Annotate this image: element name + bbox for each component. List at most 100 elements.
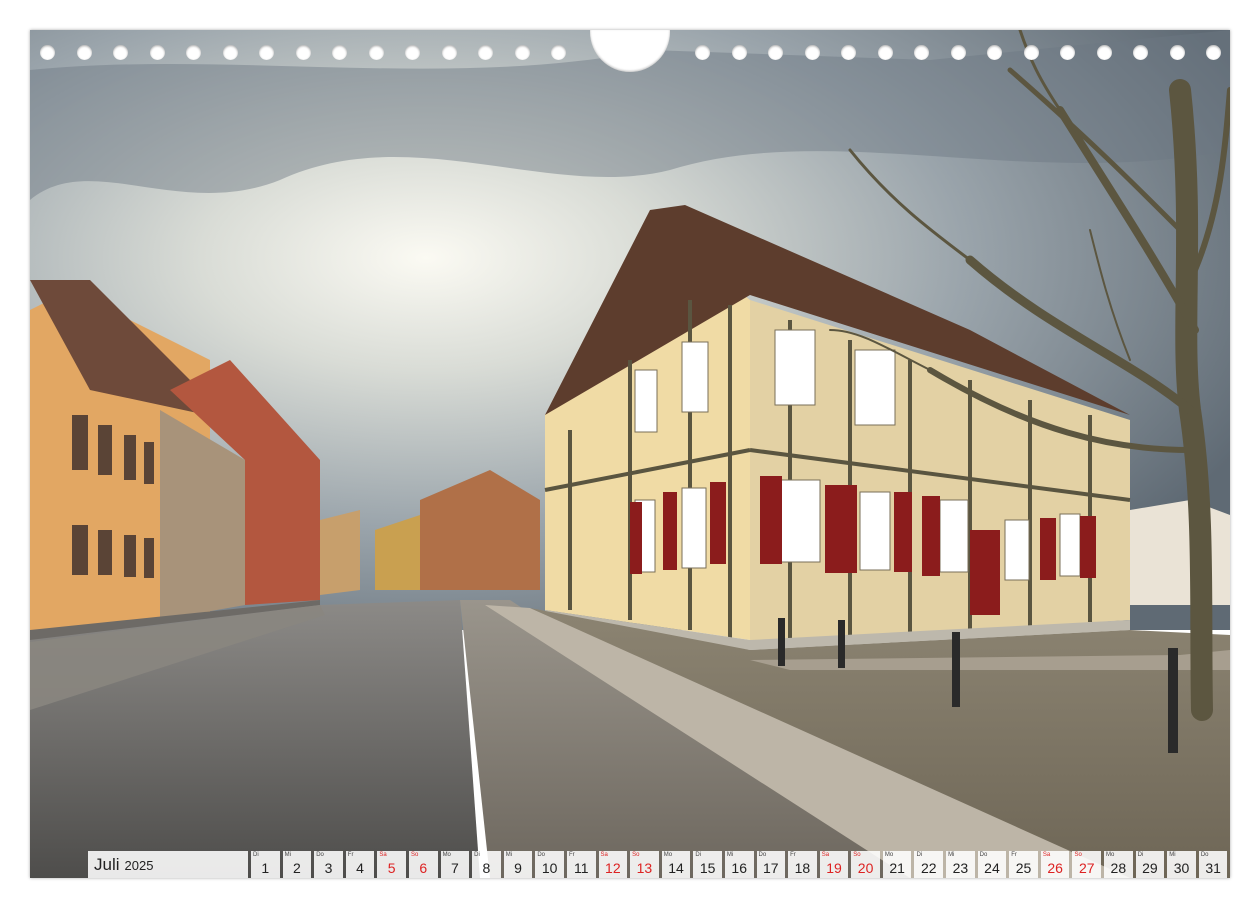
day-number: 8 xyxy=(482,860,491,876)
weekday-label: Mi xyxy=(284,852,291,858)
day-cell: Fr 11 xyxy=(566,851,596,878)
day-cell: Fr 18 xyxy=(788,851,817,878)
day-cell: Sa 19 xyxy=(819,851,849,878)
day-cell: Sa 12 xyxy=(598,851,628,878)
weekday-label: Mo xyxy=(1106,852,1115,858)
day-cell: So 13 xyxy=(630,851,659,878)
town-street-photo xyxy=(30,30,1230,878)
day-cell: Mo 14 xyxy=(661,851,691,878)
day-number: 31 xyxy=(1205,860,1221,876)
weekday-label: Mi xyxy=(948,852,955,858)
day-cell: Di 15 xyxy=(693,851,722,878)
day-number: 22 xyxy=(920,860,937,876)
calendar-page: Juli 2025 Di 1 Mi 2 Do 3 Fr 4 Sa 5 So 6 Mo 7 Di 8 Mi 9 Do 1… xyxy=(30,30,1230,878)
weekday-label: Sa xyxy=(600,852,608,858)
day-number: 13 xyxy=(636,860,653,876)
weekday-label: Sa xyxy=(1042,852,1051,858)
day-cell: Fr 25 xyxy=(1009,851,1038,878)
day-cell: Sa 26 xyxy=(1040,851,1070,878)
day-number: 24 xyxy=(984,860,1000,876)
day-number: 2 xyxy=(292,860,301,876)
day-cell: Do 24 xyxy=(977,851,1007,878)
weekday-label: Fr xyxy=(568,852,575,858)
day-number: 23 xyxy=(952,860,969,876)
weekday-label: Do xyxy=(758,852,767,858)
day-cell: So 27 xyxy=(1072,851,1102,878)
weekday-label: Fr xyxy=(790,852,796,858)
weekday-label: Fr xyxy=(1011,852,1017,858)
day-number: 14 xyxy=(668,860,684,876)
day-number: 20 xyxy=(857,860,874,876)
day-number: 19 xyxy=(826,860,842,876)
day-cell: Mi 2 xyxy=(282,851,312,878)
weekday-label: Sa xyxy=(379,852,387,858)
day-cell: Di 29 xyxy=(1135,851,1165,878)
calendar-strip: Juli 2025 Di 1 Mi 2 Do 3 Fr 4 Sa 5 So 6 Mo 7 Di 8 Mi 9 Do 1… xyxy=(88,851,1228,878)
day-number: 3 xyxy=(324,860,333,876)
weekday-label: Do xyxy=(537,852,546,858)
day-number: 21 xyxy=(889,860,905,876)
day-number: 11 xyxy=(573,860,589,876)
weekday-label: Mo xyxy=(663,852,673,858)
day-cell: So 6 xyxy=(408,851,438,878)
weekday-label: So xyxy=(853,852,861,858)
weekday-label: Do xyxy=(1200,852,1209,858)
day-number: 25 xyxy=(1015,860,1032,876)
weekday-label: Mi xyxy=(505,852,513,858)
day-number: 29 xyxy=(1142,860,1158,876)
weekday-label: Mi xyxy=(726,852,734,858)
day-cell: Mi 16 xyxy=(724,851,754,878)
day-cell: Sa 5 xyxy=(377,851,406,878)
weekday-label: Sa xyxy=(821,852,830,858)
day-cell: Di 1 xyxy=(251,851,280,878)
day-cell: Mo 7 xyxy=(440,851,470,878)
day-cell: Di 8 xyxy=(472,851,501,878)
day-number: 10 xyxy=(541,860,558,876)
day-cell: Do 31 xyxy=(1198,851,1228,878)
day-cell: Di 22 xyxy=(914,851,944,878)
day-cell: Fr 4 xyxy=(345,851,375,878)
day-cell: Do 3 xyxy=(314,851,343,878)
day-number: 12 xyxy=(605,860,621,876)
day-cell: Mi 23 xyxy=(946,851,975,878)
day-number: 15 xyxy=(699,860,716,876)
day-number: 7 xyxy=(450,860,459,876)
day-number: 28 xyxy=(1110,860,1127,876)
weekday-label: Di xyxy=(253,852,259,858)
weekday-label: So xyxy=(1074,852,1082,858)
weekday-label: Fr xyxy=(347,852,354,858)
weekday-label: Do xyxy=(316,852,324,858)
day-cell: Mo 28 xyxy=(1104,851,1133,878)
weekday-label: Do xyxy=(979,852,988,858)
weekday-label: So xyxy=(632,852,640,858)
day-number: 6 xyxy=(419,860,428,876)
day-cell: Do 17 xyxy=(756,851,786,878)
day-number: 9 xyxy=(514,860,522,876)
weekday-label: Di xyxy=(474,852,480,858)
day-number: 30 xyxy=(1173,860,1190,876)
day-number: 18 xyxy=(794,860,811,876)
weekday-label: Di xyxy=(1137,852,1144,858)
year: 2025 xyxy=(124,857,154,873)
weekday-label: Di xyxy=(695,852,701,858)
day-cell: So 20 xyxy=(851,851,880,878)
day-number: 27 xyxy=(1078,860,1095,876)
day-number: 16 xyxy=(731,860,747,876)
day-number: 17 xyxy=(763,860,779,876)
day-number: 26 xyxy=(1047,860,1063,876)
day-cells: Di 1 Mi 2 Do 3 Fr 4 Sa 5 So 6 Mo 7 Di 8 Mi 9 Do 10 Fr 11 Sa 12 S… xyxy=(251,851,1228,878)
day-cell: Mi 9 xyxy=(503,851,533,878)
month-label-cell: Juli 2025 xyxy=(88,851,248,878)
day-cell: Mo 21 xyxy=(882,851,912,878)
weekday-label: So xyxy=(410,852,419,858)
weekday-label: Mo xyxy=(884,852,894,858)
day-cell: Do 10 xyxy=(535,851,564,878)
weekday-label: Di xyxy=(916,852,923,858)
month-name: Juli xyxy=(94,855,120,874)
day-cell: Mi 30 xyxy=(1167,851,1196,878)
day-number: 1 xyxy=(261,860,270,876)
weekday-label: Mo xyxy=(442,852,451,858)
day-number: 5 xyxy=(387,860,396,876)
weekday-label: Mi xyxy=(1169,852,1176,858)
day-number: 4 xyxy=(356,860,364,876)
